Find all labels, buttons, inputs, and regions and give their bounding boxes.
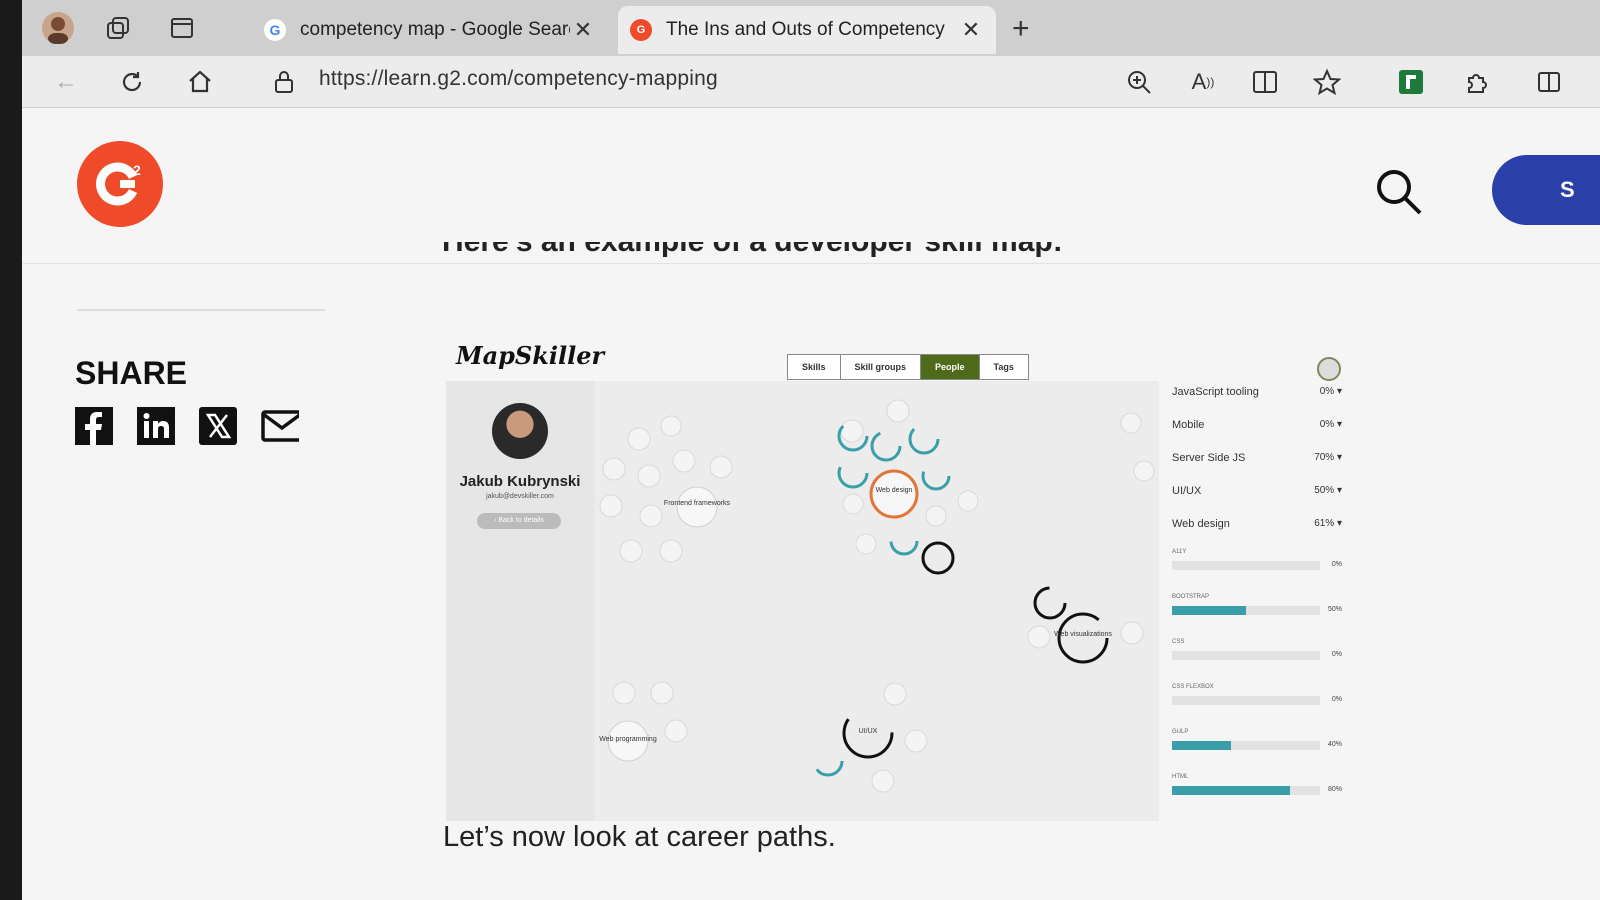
search-icon[interactable]	[1374, 167, 1424, 222]
skill-bar: CSS 0%	[1172, 639, 1342, 660]
user-account-icon[interactable]	[1317, 357, 1341, 381]
profile-avatar-icon[interactable]	[40, 10, 76, 46]
tab-google-search[interactable]: G competency map - Google Searc ✕	[252, 6, 608, 54]
bubble-label: Frontend frameworks	[664, 500, 731, 507]
new-tab-button[interactable]: +	[1012, 12, 1030, 46]
tab-people[interactable]: People	[921, 355, 980, 379]
skill-row-label: Server Side JS	[1172, 452, 1246, 464]
split-screen-icon[interactable]	[1530, 64, 1568, 100]
tab-strip: G competency map - Google Searc ✕ G The …	[22, 0, 1600, 56]
google-icon: G	[264, 19, 286, 41]
skill-bar-pct: 50%	[1327, 606, 1342, 613]
tab-g2-article[interactable]: G The Ins and Outs of Competency ✕	[618, 6, 996, 54]
heading-text: Here's an example of a developer skill m…	[442, 242, 1063, 258]
mapskiller-logo: MapSkiller	[456, 341, 605, 370]
read-aloud-icon[interactable]: A))	[1184, 64, 1222, 100]
tab-title: competency map - Google Searc	[300, 19, 570, 40]
skill-row-pct: 0% ▾	[1319, 386, 1342, 397]
lock-icon[interactable]	[266, 64, 302, 100]
extension-green-icon[interactable]	[1392, 64, 1430, 100]
email-icon[interactable]	[261, 407, 299, 445]
tab-actions-icon[interactable]	[164, 10, 200, 46]
facebook-icon[interactable]	[75, 407, 113, 445]
favorite-star-icon[interactable]	[1308, 64, 1346, 100]
svg-text:2: 2	[133, 162, 141, 178]
skill-bar-pct: 80%	[1327, 786, 1342, 793]
skill-row-pct: 61% ▾	[1314, 518, 1342, 529]
article-caption: Let’s now look at career paths.	[443, 821, 836, 853]
skill-bar-label: GULP	[1172, 729, 1189, 735]
zoom-icon[interactable]	[1120, 64, 1158, 100]
bubble-label: Web design	[876, 487, 913, 494]
signup-button[interactable]: S	[1492, 155, 1600, 225]
skill-row[interactable]: JavaScript tooling 0% ▾	[1172, 386, 1342, 406]
skill-bar-pct: 0%	[1331, 651, 1342, 658]
skill-row[interactable]: Server Side JS 70% ▾	[1172, 452, 1342, 472]
skill-bar: HTML 80%	[1172, 774, 1342, 795]
g2-favicon-icon: G	[630, 19, 652, 41]
skill-row-pct: 50% ▾	[1314, 485, 1342, 496]
skill-bar-label: HTML	[1172, 774, 1189, 780]
tab-skills[interactable]: Skills	[788, 355, 841, 379]
share-icons	[75, 407, 299, 445]
back-arrow-icon[interactable]: ←	[48, 64, 84, 100]
skill-bar-pct: 40%	[1327, 741, 1342, 748]
skill-bar: A11Y 0%	[1172, 549, 1342, 570]
skill-row-label: Mobile	[1172, 419, 1205, 431]
g2-logo[interactable]: 2	[77, 141, 163, 227]
skill-details-panel: JavaScript tooling 0% ▾ Mobile 0% ▾ Server…	[1162, 381, 1362, 821]
address-toolbar: ← https://learn.g2.com/competency-mappin…	[22, 56, 1600, 108]
skill-row[interactable]: UI/UX 50% ▾	[1172, 485, 1342, 505]
share-title: SHARE	[75, 355, 188, 391]
bubble-label: Web programming	[599, 736, 657, 743]
web-page: 2 S Here's an example of a developer ski…	[22, 109, 1600, 900]
refresh-icon[interactable]	[114, 64, 150, 100]
sidebar-divider	[77, 309, 325, 311]
bubble-graph: Frontend frameworks Web design Web visua…	[599, 399, 1155, 793]
skill-bar: BOOTSTRAP 50%	[1172, 594, 1342, 615]
skill-row-label: JavaScript tooling	[1172, 386, 1259, 398]
linkedin-icon[interactable]	[137, 407, 175, 445]
article-heading-partial: Here's an example of a developer skill m…	[442, 242, 1063, 264]
skill-bar-label: BOOTSTRAP	[1172, 594, 1210, 600]
skill-row[interactable]: Mobile 0% ▾	[1172, 419, 1342, 439]
skill-bar: GULP 40%	[1172, 729, 1342, 750]
mapskiller-tabs: Skills Skill groups People Tags	[787, 354, 1029, 380]
browser-window: G competency map - Google Searc ✕ G The …	[22, 0, 1600, 900]
extensions-puzzle-icon[interactable]	[1458, 64, 1496, 100]
skill-bar-label: A11Y	[1172, 549, 1187, 555]
skill-row[interactable]: Web design 61% ▾	[1172, 518, 1342, 538]
skill-bubble-map: Jakub Kubrynski jakub@devskiller.com ‹ B…	[446, 381, 1159, 821]
home-icon[interactable]	[182, 64, 218, 100]
skill-bar: CSS FLEXBOX 0%	[1172, 684, 1342, 705]
skill-row-pct: 70% ▾	[1314, 452, 1342, 463]
url-field[interactable]: https://learn.g2.com/competency-mapping	[319, 67, 718, 91]
close-tab-icon[interactable]: ✕	[958, 17, 984, 43]
bubble-label: Web visualizations	[1054, 631, 1112, 638]
skill-bar-label: CSS	[1172, 639, 1185, 645]
tab-skill-groups[interactable]: Skill groups	[840, 355, 922, 379]
bubble-label: UI/UX	[859, 728, 878, 735]
skill-row-pct: 0% ▾	[1319, 419, 1342, 430]
skill-bar-pct: 0%	[1331, 561, 1342, 568]
tab-title: The Ins and Outs of Competency	[666, 19, 945, 40]
skill-row-label: UI/UX	[1172, 485, 1202, 497]
skill-map-image: MapSkiller Skills Skill groups People Ta…	[446, 321, 1366, 821]
site-header: 2 S Here's an example of a developer ski…	[22, 109, 1600, 264]
immersive-reader-icon[interactable]	[1246, 64, 1284, 100]
skill-row-label: Web design	[1172, 518, 1230, 530]
close-tab-icon[interactable]: ✕	[570, 17, 596, 43]
skill-bar-label: CSS FLEXBOX	[1172, 684, 1214, 690]
x-icon[interactable]	[199, 407, 237, 445]
skill-bar-pct: 0%	[1331, 696, 1342, 703]
collections-icon[interactable]	[100, 10, 136, 46]
signup-label: S	[1560, 177, 1575, 202]
tab-tags[interactable]: Tags	[979, 355, 1028, 379]
